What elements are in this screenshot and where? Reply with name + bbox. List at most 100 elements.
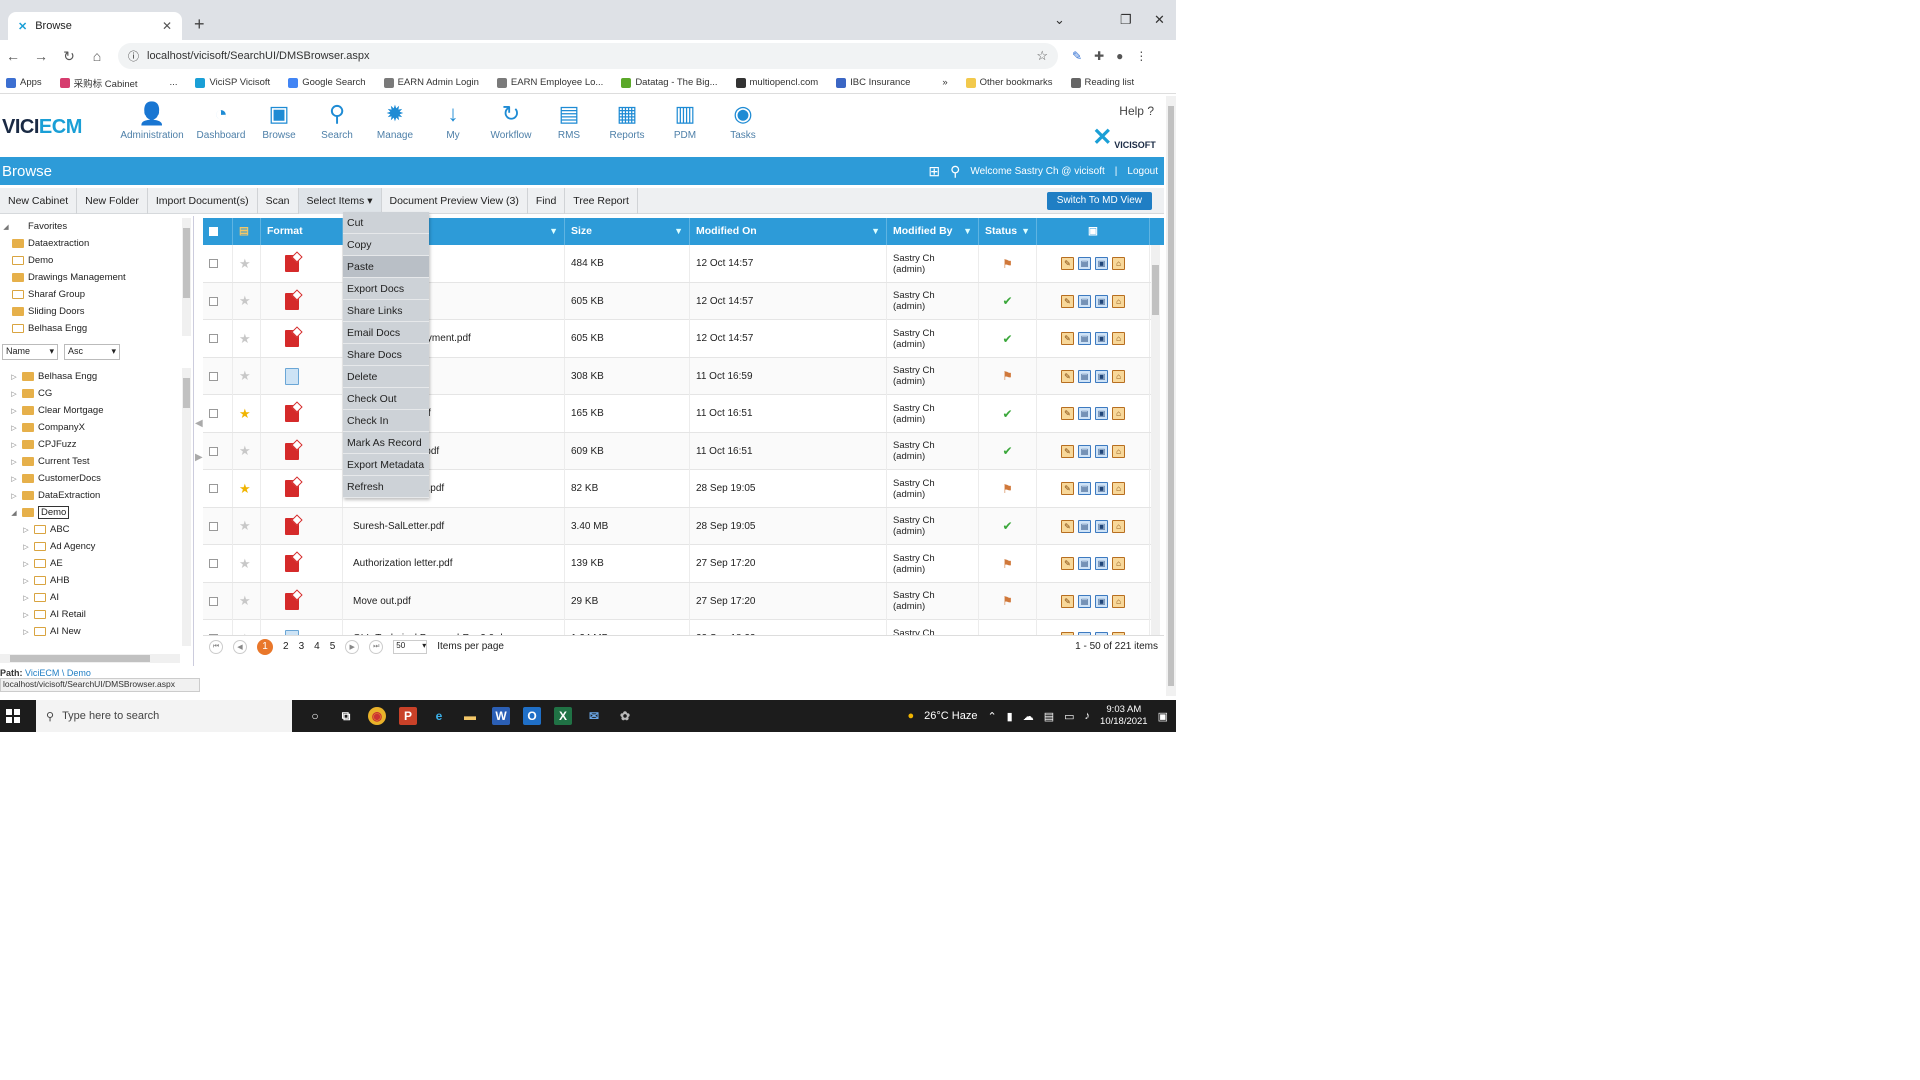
preview-icon[interactable]: ▣ (1095, 557, 1108, 570)
properties-icon[interactable]: ▤ (1078, 332, 1091, 345)
row-checkbox[interactable] (209, 371, 218, 381)
toolbar-button[interactable]: Scan (258, 187, 299, 214)
tree-node[interactable]: ▷ CompanyX (2, 419, 182, 436)
preview-icon[interactable]: ▣ (1095, 519, 1108, 533)
menu-item[interactable]: Share Docs (343, 344, 429, 366)
expand-icon[interactable]: ◢ (2, 223, 10, 231)
preview-icon[interactable]: ▣ (1095, 594, 1108, 608)
lock-icon[interactable]: ⌂ (1112, 444, 1125, 458)
items-per-page-select[interactable]: 50 ▾ (393, 639, 428, 654)
edge-icon[interactable]: e (430, 707, 448, 725)
row-checkbox[interactable] (209, 334, 218, 343)
nav-my[interactable]: ↓ My (424, 100, 482, 141)
format-col-header[interactable]: Format (261, 218, 343, 245)
toolbar-button[interactable]: Find (528, 187, 566, 214)
battery-icon[interactable]: ▭ (1064, 710, 1074, 723)
nav-search[interactable]: ⚲ Search (308, 100, 366, 141)
tree-node[interactable]: ▷ AI Retail (2, 606, 182, 623)
outlook-icon[interactable]: O (523, 707, 541, 725)
page-number[interactable]: 1 (257, 638, 273, 655)
bookmark-item[interactable]: Google Search (288, 77, 366, 88)
back-icon[interactable]: ← (6, 48, 20, 64)
tree-node[interactable]: ▷ AI (2, 589, 182, 606)
lock-icon[interactable]: ⌂ (1112, 407, 1125, 420)
app-icon[interactable]: ✿ (616, 707, 634, 725)
properties-icon[interactable]: ▤ (1078, 257, 1091, 270)
expand-icon[interactable]: ▷ (22, 628, 30, 636)
toolbar-button[interactable]: Tree Report (565, 187, 638, 214)
page-number[interactable]: 4 (314, 641, 320, 652)
expand-icon[interactable]: ▷ (10, 475, 18, 483)
pdf-file-icon[interactable] (285, 330, 299, 347)
edit-icon[interactable]: ✎ (1061, 557, 1074, 570)
lock-icon[interactable]: ⌂ (1112, 594, 1125, 608)
table-row[interactable]: ★ Move out.pdf 29 KB 27 Sep 17:20 Sastry Ch(… (203, 582, 1151, 620)
row-checkbox[interactable] (209, 559, 218, 568)
lock-icon[interactable]: ⌂ (1112, 482, 1125, 495)
expand-icon[interactable]: ▷ (22, 577, 30, 585)
pdf-file-icon[interactable] (285, 592, 299, 610)
properties-icon[interactable]: ▤ (1078, 294, 1091, 308)
favorite-star-icon[interactable]: ★ (239, 331, 251, 347)
expand-icon[interactable]: ▷ (10, 492, 18, 500)
menu-item[interactable]: Cut (343, 212, 429, 234)
row-checkbox[interactable] (209, 596, 218, 606)
expand-icon[interactable]: ▷ (22, 543, 30, 551)
size-col-header[interactable]: Size ▼ (565, 218, 690, 245)
info-icon[interactable]: ⓘ (128, 48, 139, 64)
bookmark-item[interactable]: Apps (6, 77, 42, 88)
org-chart-icon[interactable]: ⊞ (928, 163, 940, 180)
expand-icon[interactable]: ▷ (10, 441, 18, 449)
pdf-file-icon[interactable] (285, 255, 299, 272)
expand-icon[interactable]: ◢ (10, 509, 18, 517)
lock-icon[interactable]: ⌂ (1112, 519, 1125, 533)
powerpoint-icon[interactable]: P (399, 707, 417, 725)
favorite-item[interactable]: Demo (2, 252, 182, 269)
network-icon[interactable]: ▤ (1044, 710, 1054, 723)
last-page-icon[interactable]: ⏭ (369, 639, 384, 654)
tree-node[interactable]: ▷ CPJFuzz (2, 436, 182, 453)
lock-icon[interactable]: ⌂ (1112, 369, 1125, 383)
first-page-icon[interactable]: ⏮ (209, 639, 223, 654)
filter-icon[interactable]: ▼ (674, 218, 683, 245)
preview-icon[interactable]: ▣ (1095, 444, 1108, 458)
tray-icon[interactable]: ▮ (1007, 710, 1013, 723)
favorite-star-icon[interactable]: ★ (239, 443, 251, 459)
expand-pane-icon[interactable]: ▶ (195, 452, 203, 463)
edit-icon[interactable]: ✎ (1061, 482, 1074, 495)
puzzle-icon[interactable]: ✚ (1094, 49, 1104, 63)
grid-scrollbar[interactable] (1151, 245, 1160, 635)
page-scrollbar[interactable] (1166, 96, 1176, 696)
modified-on-col-header[interactable]: Modified On ▼ (690, 218, 887, 245)
cloud-icon[interactable]: ☁ (1023, 710, 1034, 723)
weather-icon[interactable]: ● (907, 710, 914, 722)
tree-node[interactable]: ▷ AHB (2, 572, 182, 589)
page-number[interactable]: 5 (330, 641, 336, 652)
chrome-icon[interactable]: ◉ (368, 707, 386, 725)
table-row[interactable]: ★ OLL-Technical Proposal-Rev2.0.docx1.24 … (203, 620, 1151, 635)
preview-icon[interactable]: ▣ (1095, 482, 1108, 495)
menu-item[interactable]: Delete (343, 366, 429, 388)
page-number[interactable]: 2 (283, 641, 289, 652)
toolbar-button[interactable]: Select Items ▾ (298, 187, 382, 214)
scroll-thumb[interactable] (10, 655, 150, 662)
reload-icon[interactable]: ↻ (62, 48, 76, 65)
profile-icon[interactable]: ● (1116, 49, 1123, 63)
taskbar-search-input[interactable]: ⚲ Type here to search (36, 700, 292, 732)
sort-order-select[interactable]: Asc ▾ (64, 344, 120, 360)
tree-node[interactable]: ▷ Clear Mortgage (2, 402, 182, 419)
bookmark-item[interactable]: ... (155, 77, 177, 88)
help-link[interactable]: Help ? (1119, 104, 1154, 118)
tree-hscrollbar[interactable] (0, 654, 180, 663)
favorite-col-header[interactable]: ▤ (233, 218, 261, 245)
edit-icon[interactable]: ✎ (1061, 369, 1074, 383)
favorite-star-icon[interactable]: ★ (239, 481, 251, 497)
home-icon[interactable]: ⌂ (90, 48, 104, 64)
pdf-file-icon[interactable] (285, 555, 299, 572)
tree-node[interactable]: ▷ DataExtraction (2, 487, 182, 504)
switch-md-view-button[interactable]: Switch To MD View (1046, 192, 1152, 210)
notifications-icon[interactable]: ▣ (1158, 710, 1168, 723)
filter-icon[interactable]: ▼ (871, 218, 880, 245)
edit-icon[interactable]: ✎ (1061, 594, 1074, 608)
expand-icon[interactable]: ▷ (10, 407, 18, 415)
